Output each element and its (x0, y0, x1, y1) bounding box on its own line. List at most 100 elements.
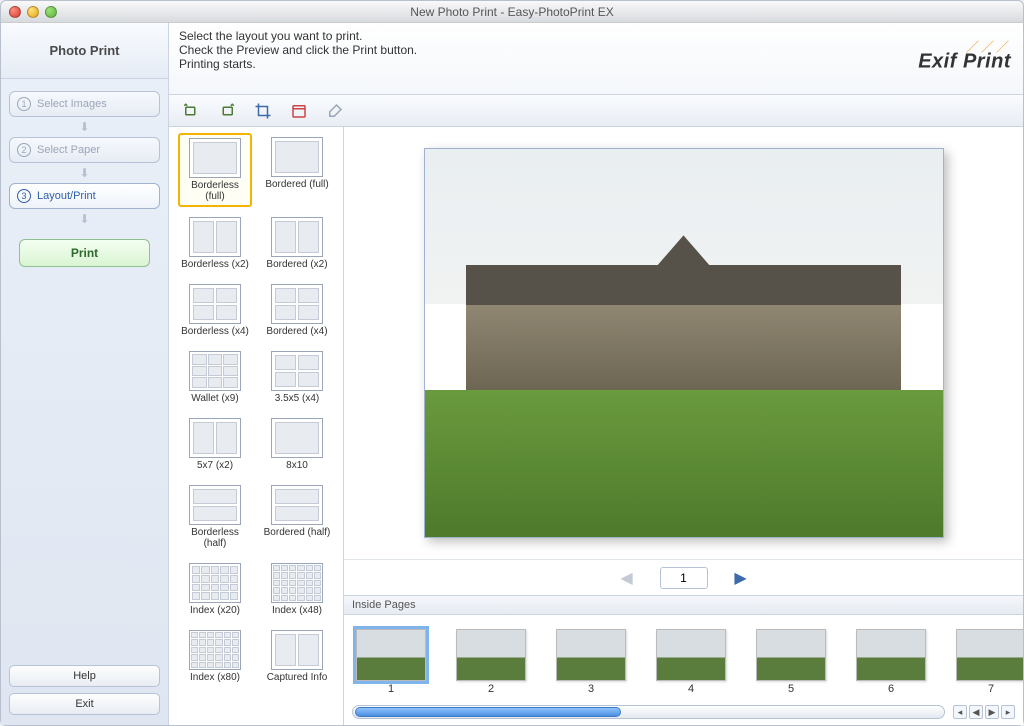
sidebar: Photo Print 1 Select Images ⬇ 2 Select P… (1, 23, 169, 725)
rotate-left-icon[interactable] (181, 101, 201, 121)
date-icon[interactable] (289, 101, 309, 121)
page-input[interactable] (660, 567, 708, 589)
page-thumbnail[interactable]: 4 (656, 629, 726, 695)
titlebar: New Photo Print - Easy-PhotoPrint EX (1, 1, 1023, 23)
layout-captured-info[interactable]: Captured Info (260, 626, 334, 687)
layout-label: Bordered (full) (265, 179, 328, 190)
page-thumbnail[interactable]: 3 (556, 629, 626, 695)
layout-label: 8x10 (286, 460, 308, 471)
layout-label: 5x7 (x2) (197, 460, 233, 471)
page-thumbnail[interactable]: 7 (956, 629, 1023, 695)
close-icon[interactable] (9, 6, 21, 18)
page-thumbnail[interactable]: 5 (756, 629, 826, 695)
crop-icon[interactable] (253, 101, 273, 121)
layout-thumb-icon (189, 563, 241, 603)
layout-panel[interactable]: Borderless (full) Bordered (full) Borderle… (169, 127, 344, 725)
instructions-bar: Select the layout you want to print. Che… (169, 23, 1023, 95)
next-page-icon[interactable]: ▶ (732, 568, 750, 588)
strip-last-icon[interactable]: ▸ (1001, 705, 1015, 719)
layout-thumb-icon (271, 217, 323, 257)
layout-thumb-icon (189, 485, 241, 525)
strip-first-icon[interactable]: ◂ (953, 705, 967, 719)
preview-canvas[interactable] (344, 127, 1023, 559)
main-area: Select the layout you want to print. Che… (169, 23, 1023, 725)
layout-bordered-x2[interactable]: Bordered (x2) (260, 213, 334, 274)
layout-borderless-x2[interactable]: Borderless (x2) (178, 213, 252, 274)
brush-icon[interactable] (325, 101, 345, 121)
step-label: Layout/Print (37, 190, 96, 202)
layout-thumb-icon (189, 284, 241, 324)
layout-thumb-icon (189, 630, 241, 670)
layout-bordered-x4[interactable]: Bordered (x4) (260, 280, 334, 341)
print-button[interactable]: Print (19, 239, 150, 267)
step-select-images[interactable]: 1 Select Images (9, 91, 160, 117)
layout-thumb-icon (271, 630, 323, 670)
page-thumbnail[interactable]: 1 (356, 629, 426, 695)
instruction-line: Printing starts. (179, 57, 1013, 71)
exit-button[interactable]: Exit (9, 693, 160, 715)
scrollbar-thumb[interactable] (355, 707, 621, 717)
thumbnail-number: 4 (688, 683, 694, 695)
rotate-right-icon[interactable] (217, 101, 237, 121)
step-number-icon: 3 (17, 189, 31, 203)
layout-wallet-x9[interactable]: Wallet (x9) (178, 347, 252, 408)
thumbnail-image (556, 629, 626, 681)
layout-label: Index (x20) (190, 605, 240, 616)
layout-5x7-x2[interactable]: 5x7 (x2) (178, 414, 252, 475)
preview-photo[interactable] (424, 148, 944, 538)
thumbnail-image (956, 629, 1023, 681)
thumbnail-image (756, 629, 826, 681)
step-number-icon: 1 (17, 97, 31, 111)
app-window: New Photo Print - Easy-PhotoPrint EX Pho… (0, 0, 1024, 726)
layout-index-x48[interactable]: Index (x48) (260, 559, 334, 620)
thumbnail-number: 3 (588, 683, 594, 695)
layout-thumb-icon (189, 138, 241, 178)
thumbs-row[interactable]: 1 2 3 4 5 6 7 (344, 615, 1023, 703)
layout-label: Bordered (x4) (266, 326, 327, 337)
layout-8x10[interactable]: 8x10 (260, 414, 334, 475)
zoom-icon[interactable] (45, 6, 57, 18)
thumbnail-image (456, 629, 526, 681)
layout-borderless-half[interactable]: Borderless (half) (178, 481, 252, 553)
layout-index-x80[interactable]: Index (x80) (178, 626, 252, 687)
strip-prev-icon[interactable]: ◀ (969, 705, 983, 719)
layout-thumb-icon (271, 485, 323, 525)
layout-bordered-half[interactable]: Bordered (half) (260, 481, 334, 553)
layout-label: Borderless (x2) (181, 259, 249, 270)
layout-label: Borderless (full) (182, 180, 248, 202)
thumbnail-image (656, 629, 726, 681)
window-title: New Photo Print - Easy-PhotoPrint EX (1, 5, 1023, 19)
thumbnail-number: 2 (488, 683, 494, 695)
instruction-line: Check the Preview and click the Print bu… (179, 43, 1013, 57)
inside-pages-header: Inside Pages (344, 595, 1023, 615)
layout-borderless-full[interactable]: Borderless (full) (178, 133, 252, 207)
help-button[interactable]: Help (9, 665, 160, 687)
layout-label: Index (x80) (190, 672, 240, 683)
thumbnail-number: 6 (888, 683, 894, 695)
page-thumbnail[interactable]: 2 (456, 629, 526, 695)
minimize-icon[interactable] (27, 6, 39, 18)
layout-index-x20[interactable]: Index (x20) (178, 559, 252, 620)
page-thumbnail[interactable]: 6 (856, 629, 926, 695)
strip-next-icon[interactable]: ▶ (985, 705, 999, 719)
layout-borderless-x4[interactable]: Borderless (x4) (178, 280, 252, 341)
step-select-paper[interactable]: 2 Select Paper (9, 137, 160, 163)
layout-35x5-x4[interactable]: 3.5x5 (x4) (260, 347, 334, 408)
thumbnail-strip: 1 2 3 4 5 6 7 ◂ ◀ ▶ ▸ (344, 615, 1023, 725)
layout-thumb-icon (271, 137, 323, 177)
pager: ◀ ▶ (344, 559, 1023, 595)
layout-label: Bordered (half) (264, 527, 331, 538)
layout-thumb-icon (189, 217, 241, 257)
layout-thumb-icon (271, 563, 323, 603)
prev-page-icon[interactable]: ◀ (618, 568, 636, 588)
layout-label: Index (x48) (272, 605, 322, 616)
layout-thumb-icon (189, 418, 241, 458)
step-label: Select Paper (37, 144, 100, 156)
layout-label: Borderless (half) (181, 527, 249, 549)
layout-label: Wallet (x9) (191, 393, 238, 404)
window-controls (9, 6, 57, 18)
step-layout-print[interactable]: 3 Layout/Print (9, 183, 160, 209)
horizontal-scrollbar[interactable] (352, 705, 945, 719)
step-label: Select Images (37, 98, 107, 110)
layout-bordered-full[interactable]: Bordered (full) (260, 133, 334, 207)
